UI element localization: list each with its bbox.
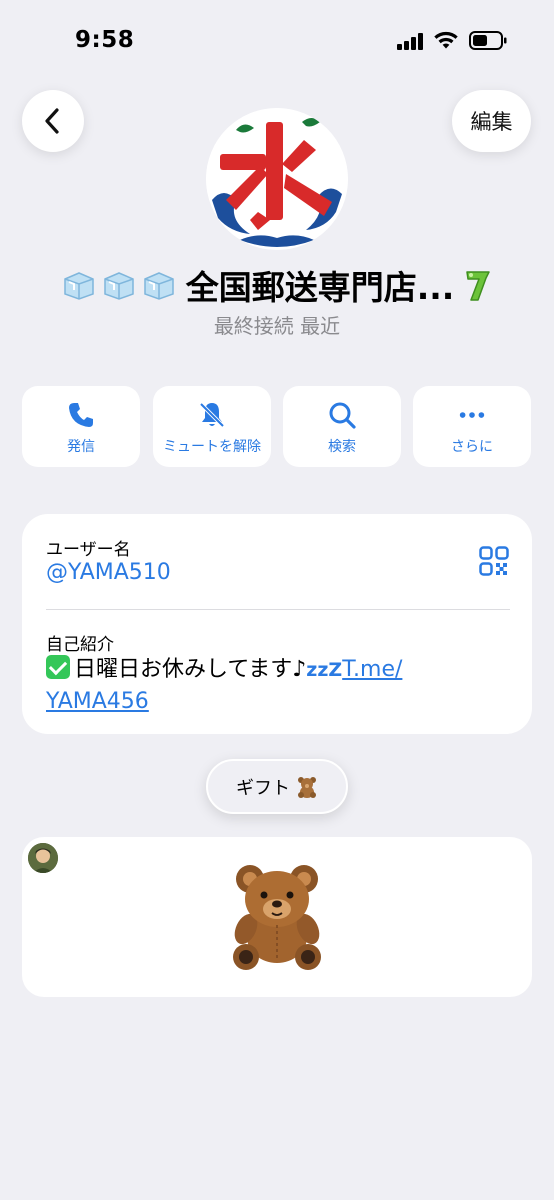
bio-label: 自己紹介 xyxy=(46,635,114,655)
ice-cube-emoji-icon xyxy=(63,272,94,300)
teddy-bear-icon xyxy=(298,776,316,798)
status-bar: 9:58 xyxy=(0,0,554,84)
battery-icon xyxy=(469,31,507,50)
action-bar: 発信 ミュートを解除 検索 さらに xyxy=(22,386,532,468)
back-button[interactable] xyxy=(22,90,84,152)
ice-cube-emoji-icon xyxy=(103,272,134,300)
qr-code-icon[interactable] xyxy=(479,546,509,576)
check-mark-emoji-icon xyxy=(46,655,70,679)
username-label: ユーザー名 xyxy=(46,540,131,560)
gift-label: ギフト xyxy=(236,777,290,799)
bell-slash-icon xyxy=(197,400,227,430)
more-icon xyxy=(457,400,487,430)
unmute-button[interactable]: ミュートを解除 xyxy=(153,386,271,467)
profile-avatar[interactable] xyxy=(206,108,348,250)
sender-avatar xyxy=(28,843,58,873)
info-divider xyxy=(46,609,510,610)
gift-tab[interactable]: ギフト xyxy=(206,759,348,814)
bio-link-continued[interactable]: YAMA456 xyxy=(46,689,149,714)
more-button[interactable]: さらに xyxy=(413,386,531,467)
last-seen-status: 最終接続 最近 xyxy=(213,314,341,338)
search-button[interactable]: 検索 xyxy=(283,386,401,467)
profile-name: 全国郵送専門店... xyxy=(185,268,455,307)
profile-title-row: 全国郵送専門店... xyxy=(0,260,554,310)
search-icon xyxy=(327,400,357,430)
bio-main-text: 日曜日お休みしてます♪ xyxy=(74,657,307,682)
wifi-icon xyxy=(434,31,458,49)
profile-screen: 9:58 編集 全国郵送専門店... 最終接続 最近 発信 ミュートを解除 検索… xyxy=(0,0,554,1200)
bio-text: 日曜日お休みしてます♪zzZT.me/YAMA456 xyxy=(46,654,506,717)
green-seven-emoji-icon xyxy=(466,271,491,301)
ice-cube-emoji-icon xyxy=(143,272,174,300)
search-label: 検索 xyxy=(328,439,356,455)
username-value[interactable]: @YAMA510 xyxy=(46,560,171,585)
phone-icon xyxy=(66,400,96,430)
teddy-bear-icon xyxy=(233,865,321,970)
ice-shop-logo-icon xyxy=(206,108,348,250)
zzz-emoji: zzZ xyxy=(306,659,343,681)
more-label: さらに xyxy=(451,439,493,455)
call-label: 発信 xyxy=(67,439,95,455)
chevron-left-icon xyxy=(45,108,59,134)
bio-link[interactable]: T.me/ xyxy=(342,657,402,682)
call-button[interactable]: 発信 xyxy=(22,386,140,467)
status-time: 9:58 xyxy=(75,27,135,53)
info-card: ユーザー名 @YAMA510 自己紹介 日曜日お休みしてます♪zzZT.me/Y… xyxy=(22,514,532,734)
gift-card[interactable] xyxy=(22,837,532,997)
cellular-signal-icon xyxy=(397,33,425,50)
unmute-label: ミュートを解除 xyxy=(163,439,261,455)
edit-button[interactable]: 編集 xyxy=(452,90,531,152)
